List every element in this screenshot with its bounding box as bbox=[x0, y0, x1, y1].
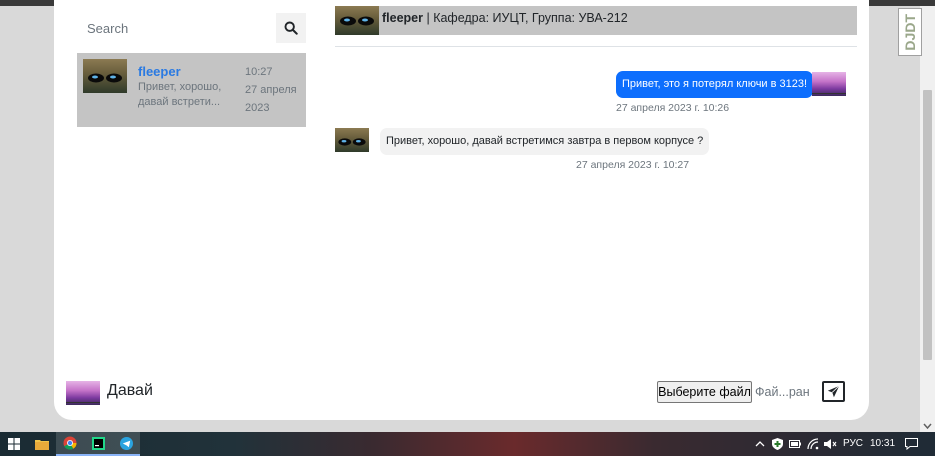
search-button[interactable] bbox=[276, 13, 306, 43]
sunglasses-image bbox=[88, 73, 122, 83]
windows-taskbar: РУС 10:31 bbox=[0, 432, 935, 456]
sunglasses-image bbox=[340, 16, 374, 26]
composer-avatar bbox=[66, 381, 100, 405]
taskbar-clock[interactable]: 10:31 bbox=[870, 438, 895, 449]
contact-time-value: 10:27 bbox=[245, 66, 273, 78]
search-bar bbox=[77, 13, 306, 43]
scroll-down-arrow-icon[interactable] bbox=[922, 422, 933, 430]
contact-time: 10:27 27 апреля 2023 bbox=[245, 63, 300, 117]
send-button[interactable] bbox=[822, 381, 845, 402]
search-input[interactable] bbox=[77, 13, 273, 43]
message-input[interactable]: Давай bbox=[107, 382, 153, 400]
sunglasses-image bbox=[338, 138, 366, 146]
contact-avatar bbox=[83, 59, 127, 93]
sender-avatar bbox=[335, 128, 369, 152]
paper-plane-icon bbox=[827, 385, 840, 398]
chrome-icon[interactable] bbox=[56, 432, 84, 456]
volume-muted-icon[interactable] bbox=[824, 438, 837, 450]
chat-header-details: | Кафедра: ИУЦТ, Группа: УВА-212 bbox=[423, 11, 628, 25]
incoming-message-timestamp: 27 апреля 2023 г. 10:27 bbox=[576, 159, 690, 171]
contact-name[interactable]: fleeper bbox=[138, 64, 181, 79]
debug-toolbar-logo[interactable]: DJDT bbox=[898, 8, 922, 56]
tray-chevron-up-icon[interactable] bbox=[755, 440, 765, 448]
contact-date-value: 27 апреля 2023 bbox=[245, 84, 297, 114]
incoming-message: Привет, хорошо, давай встретимся завтра … bbox=[380, 128, 710, 155]
pycharm-icon[interactable] bbox=[84, 432, 112, 456]
chat-header-avatar bbox=[335, 6, 379, 35]
search-icon bbox=[284, 21, 298, 35]
file-explorer-icon[interactable] bbox=[28, 432, 56, 456]
contact-item[interactable]: fleeper Привет, хорошо, давай встрети...… bbox=[77, 53, 306, 127]
notifications-icon[interactable] bbox=[905, 438, 918, 450]
chat-header: fleeper | Кафедра: ИУЦТ, Группа: УВА-212 bbox=[335, 6, 857, 35]
my-avatar bbox=[812, 72, 846, 96]
telegram-icon[interactable] bbox=[112, 432, 140, 456]
input-language[interactable]: РУС bbox=[843, 438, 863, 449]
outgoing-message-timestamp: 27 апреля 2023 г. 10:26 bbox=[616, 102, 730, 114]
choose-file-button[interactable]: Выберите файл bbox=[657, 381, 752, 403]
battery-icon[interactable] bbox=[789, 440, 801, 448]
header-divider bbox=[335, 46, 857, 47]
windows-start-icon[interactable] bbox=[0, 432, 28, 456]
outgoing-message: Привет, это я потерял ключи в 3123! bbox=[616, 71, 814, 98]
contact-last-message: Привет, хорошо, давай встрети... bbox=[138, 81, 222, 108]
scrollbar-thumb[interactable] bbox=[923, 90, 932, 360]
selected-file-name: Фай...ран bbox=[755, 385, 810, 399]
wifi-icon[interactable] bbox=[807, 438, 819, 450]
security-shield-icon[interactable] bbox=[772, 438, 783, 450]
chat-header-name: fleeper bbox=[382, 11, 423, 25]
chat-header-title: fleeper | Кафедра: ИУЦТ, Группа: УВА-212 bbox=[382, 11, 628, 25]
debug-toolbar-label: DJDT bbox=[902, 13, 918, 51]
